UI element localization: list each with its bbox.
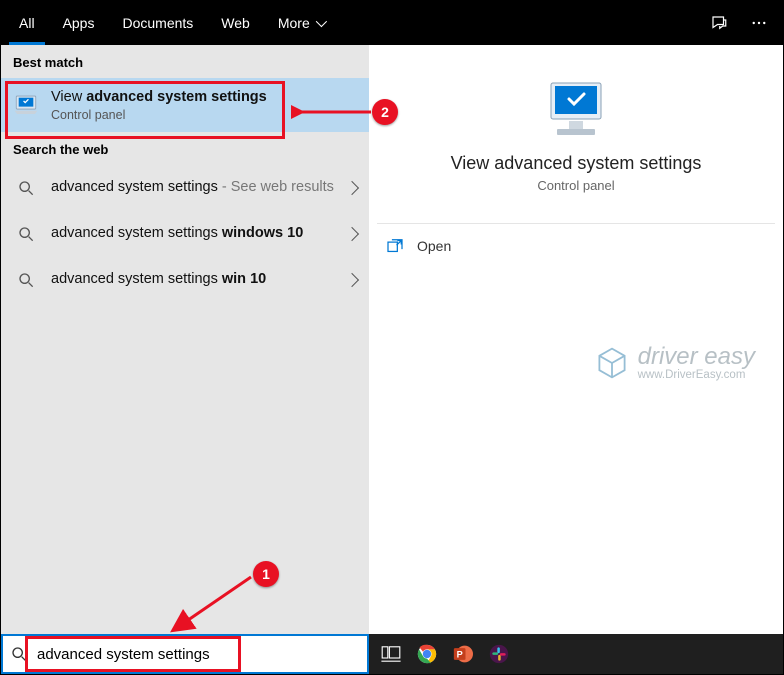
web-text-pre: advanced system settings <box>51 271 222 287</box>
top-tab-bar: All Apps Documents Web More <box>1 1 783 45</box>
open-label: Open <box>417 238 451 254</box>
feedback-icon[interactable] <box>699 3 739 43</box>
result-subtitle: Control panel <box>51 108 357 122</box>
search-icon <box>13 267 39 293</box>
taskbar: P <box>369 634 783 674</box>
section-best-match: Best match <box>1 45 369 78</box>
web-result[interactable]: advanced system settings - See web resul… <box>1 165 369 211</box>
task-view-icon[interactable] <box>379 642 403 666</box>
search-icon <box>13 175 39 201</box>
search-box[interactable] <box>1 634 369 674</box>
chevron-right-icon <box>345 272 359 286</box>
tab-apps[interactable]: Apps <box>49 1 109 45</box>
watermark-url: www.DriverEasy.com <box>638 369 755 381</box>
bottom-bar: P <box>1 634 783 674</box>
monitor-icon <box>539 81 613 141</box>
chrome-icon[interactable] <box>415 642 439 666</box>
tab-documents[interactable]: Documents <box>108 1 207 45</box>
open-action[interactable]: Open <box>377 224 775 268</box>
result-title-bold: advanced system settings <box>86 89 267 105</box>
best-match-result[interactable]: View advanced system settings Control pa… <box>1 78 369 132</box>
chevron-down-icon <box>316 16 327 27</box>
powerpoint-icon[interactable]: P <box>451 642 475 666</box>
chevron-right-icon <box>345 180 359 194</box>
more-options-icon[interactable] <box>739 3 779 43</box>
web-result[interactable]: advanced system settings windows 10 <box>1 211 369 257</box>
chevron-right-icon <box>345 226 359 240</box>
web-text-pre: advanced system settings <box>51 179 218 195</box>
main-area: Best match View advanced system settings… <box>1 45 783 634</box>
web-text-bold: windows 10 <box>222 225 303 241</box>
preview-header: View advanced system settings Control pa… <box>377 53 775 193</box>
search-input[interactable] <box>37 646 359 663</box>
web-text-pre: advanced system settings <box>51 225 222 241</box>
tab-label: Web <box>221 15 250 31</box>
watermark: driver easy www.DriverEasy.com <box>594 345 755 381</box>
section-search-web: Search the web <box>1 132 369 165</box>
results-pane: Best match View advanced system settings… <box>1 45 369 634</box>
tab-label: Apps <box>63 15 95 31</box>
preview-title: View advanced system settings <box>377 153 775 174</box>
web-text-bold: win 10 <box>222 271 266 287</box>
web-result[interactable]: advanced system settings win 10 <box>1 257 369 303</box>
open-icon <box>387 239 403 253</box>
watermark-cube-icon <box>594 345 630 381</box>
watermark-title: driver easy <box>638 345 755 369</box>
tabs-container: All Apps Documents Web More <box>5 1 338 45</box>
tab-label: All <box>19 15 35 31</box>
web-text-suffix: - See web results <box>218 179 334 195</box>
topbar-right <box>699 3 779 43</box>
result-text: View advanced system settings Control pa… <box>51 88 357 122</box>
preview-subtitle: Control panel <box>377 178 775 193</box>
search-icon <box>11 646 27 662</box>
tab-label: More <box>278 15 310 31</box>
preview-pane: View advanced system settings Control pa… <box>369 45 783 634</box>
laptop-icon <box>13 92 39 118</box>
tab-web[interactable]: Web <box>207 1 264 45</box>
svg-text:P: P <box>457 649 463 659</box>
search-icon <box>13 221 39 247</box>
tab-label: Documents <box>122 15 193 31</box>
slack-icon[interactable] <box>487 642 511 666</box>
result-title-pre: View <box>51 89 86 105</box>
tab-more[interactable]: More <box>264 1 338 45</box>
tab-all[interactable]: All <box>5 1 49 45</box>
